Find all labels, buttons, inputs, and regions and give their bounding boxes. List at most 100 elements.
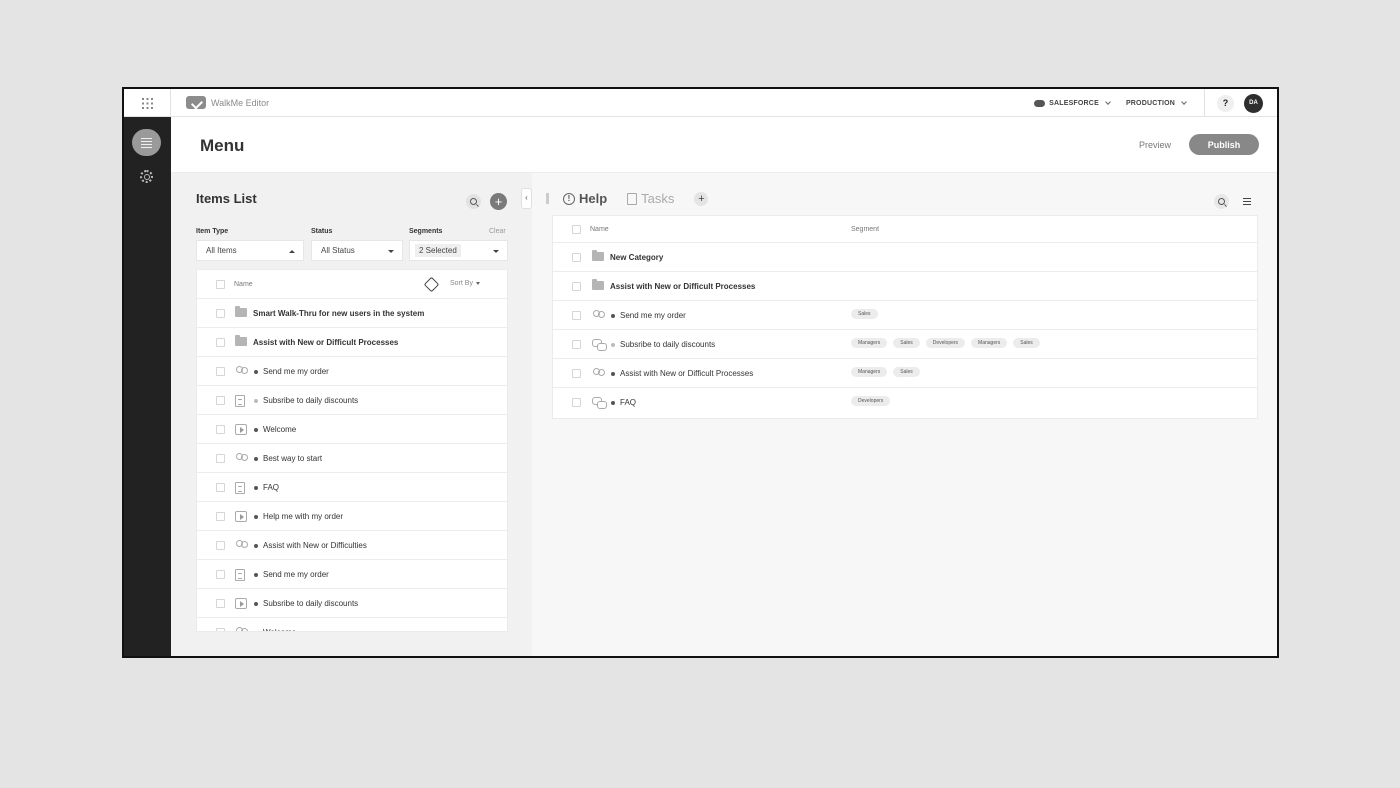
table-row[interactable]: Assist with New or Difficult Processes Ma… <box>553 359 1257 388</box>
row-checkbox[interactable] <box>216 338 225 347</box>
select-all-checkbox[interactable] <box>216 280 225 289</box>
clear-filters-link[interactable]: Clear <box>489 228 506 235</box>
stage-selector[interactable]: PRODUCTION <box>1125 98 1187 107</box>
list-item[interactable]: Help me with my order <box>197 502 507 531</box>
list-item[interactable]: FAQ <box>197 473 507 502</box>
folder-icon <box>592 279 604 290</box>
item-type-select[interactable]: All Items <box>196 240 304 261</box>
help-button[interactable]: ? <box>1217 94 1234 112</box>
list-item[interactable]: Assist with New or Difficulties <box>197 531 507 560</box>
row-checkbox[interactable] <box>572 340 581 349</box>
page-title: Menu <box>200 136 245 155</box>
collapse-panel-button[interactable]: ‹ <box>521 188 532 209</box>
apps-grid-button[interactable] <box>124 89 171 117</box>
people-icon <box>235 540 248 550</box>
item-label: Subsribe to daily discounts <box>263 396 359 405</box>
row-checkbox[interactable] <box>216 512 225 521</box>
list-item[interactable]: Subsribe to daily discounts <box>197 589 507 618</box>
row-checkbox[interactable] <box>216 483 225 492</box>
table-row[interactable]: FAQ Developers <box>553 388 1257 417</box>
segment-badge: Managers <box>851 367 888 377</box>
table-row[interactable]: Subsribe to daily discounts Managers Sales… <box>553 330 1257 359</box>
row-label: Assist with New or Difficult Processes <box>610 282 756 291</box>
stage-label: PRODUCTION <box>1125 99 1175 107</box>
top-bar: WalkMe Editor SALESFORCE PRODUCTION ? DA <box>124 89 1277 117</box>
segments-select[interactable]: 2 Selected <box>409 240 508 261</box>
sort-by-dropdown[interactable]: Sort By <box>450 280 480 287</box>
select-all-checkbox[interactable] <box>572 225 581 234</box>
row-checkbox[interactable] <box>572 253 581 262</box>
status-dot <box>611 372 615 376</box>
app-logo: WalkMe Editor <box>186 96 269 109</box>
name-column-header: Name <box>234 281 253 288</box>
status-select[interactable]: All Status <box>311 240 403 261</box>
preview-button[interactable]: Preview <box>1139 140 1171 150</box>
row-checkbox[interactable] <box>216 570 225 579</box>
user-avatar[interactable]: DA <box>1244 93 1263 113</box>
item-type-label: Item Type <box>196 228 229 235</box>
table-row[interactable]: New Category <box>553 243 1257 272</box>
settings-gear-icon[interactable] <box>140 170 153 183</box>
row-checkbox[interactable] <box>572 311 581 320</box>
apps-grid-icon <box>141 97 153 109</box>
list-item[interactable]: Welcome <box>197 415 507 444</box>
item-label: Help me with my order <box>263 512 344 521</box>
list-item[interactable]: Send me my order <box>197 357 507 386</box>
drag-handle-icon[interactable] <box>546 193 549 204</box>
clipboard-icon <box>627 192 638 205</box>
row-checkbox[interactable] <box>572 369 581 378</box>
environment-label: SALESFORCE <box>1049 99 1099 107</box>
app-name: WalkMe Editor <box>211 97 270 108</box>
status-dot <box>254 544 258 548</box>
row-checkbox[interactable] <box>216 367 225 376</box>
tag-filter-icon[interactable] <box>423 276 440 293</box>
items-search-button[interactable] <box>466 194 481 209</box>
list-item[interactable]: Welcome <box>197 618 507 631</box>
segment-badge: Sales <box>851 309 878 319</box>
row-checkbox[interactable] <box>216 425 225 434</box>
caret-up-icon <box>289 250 295 253</box>
people-icon <box>235 453 248 463</box>
publish-button[interactable]: Publish <box>1189 134 1259 155</box>
menu-search-button[interactable] <box>1214 194 1229 209</box>
table-row[interactable]: Send me my order Sales <box>553 301 1257 330</box>
environment-selector[interactable]: SALESFORCE <box>1034 98 1111 107</box>
items-list-panel: Items List + Item Type Status Segments C… <box>171 173 532 656</box>
row-checkbox[interactable] <box>572 282 581 291</box>
row-checkbox[interactable] <box>216 541 225 550</box>
item-label: Send me my order <box>263 570 329 579</box>
folder-icon <box>235 306 247 317</box>
list-item[interactable]: Send me my order <box>197 560 507 589</box>
list-item[interactable]: Best way to start <box>197 444 507 473</box>
search-icon <box>1218 198 1225 205</box>
video-icon <box>235 511 247 522</box>
add-item-button[interactable]: + <box>490 193 507 210</box>
list-item[interactable]: Subsribe to daily discounts <box>197 386 507 415</box>
row-checkbox[interactable] <box>216 599 225 608</box>
folder-icon <box>592 250 604 261</box>
status-value: All Status <box>321 246 355 255</box>
add-list-icon <box>1243 197 1251 199</box>
item-label: Welcome <box>263 628 296 631</box>
status-label: Status <box>311 228 333 235</box>
row-checkbox[interactable] <box>216 396 225 405</box>
list-item[interactable]: Assist with New or Difficult Processes <box>197 328 507 357</box>
menu-panel: ! Help Tasks + Name Segment New Category… <box>532 173 1277 656</box>
status-dot <box>254 573 258 577</box>
row-checkbox[interactable] <box>572 398 581 407</box>
chat-icon <box>592 397 607 409</box>
list-item[interactable]: Smart Walk-Thru for new users in the sys… <box>197 299 507 328</box>
tab-help[interactable]: ! Help <box>563 191 607 206</box>
row-checkbox[interactable] <box>216 454 225 463</box>
table-row[interactable]: Assist with New or Difficult Processes <box>553 272 1257 301</box>
cloud-icon <box>1034 99 1046 107</box>
row-checkbox[interactable] <box>216 628 225 631</box>
add-to-menu-button[interactable] <box>1243 194 1257 208</box>
walkme-logo-icon <box>186 96 206 109</box>
row-checkbox[interactable] <box>216 309 225 318</box>
people-icon <box>235 627 248 631</box>
tab-tasks[interactable]: Tasks <box>627 191 674 206</box>
menu-nav-button[interactable] <box>132 129 161 156</box>
add-tab-button[interactable]: + <box>694 191 709 206</box>
items-list: Name Sort By Smart Walk-Thru for new use… <box>196 269 508 632</box>
